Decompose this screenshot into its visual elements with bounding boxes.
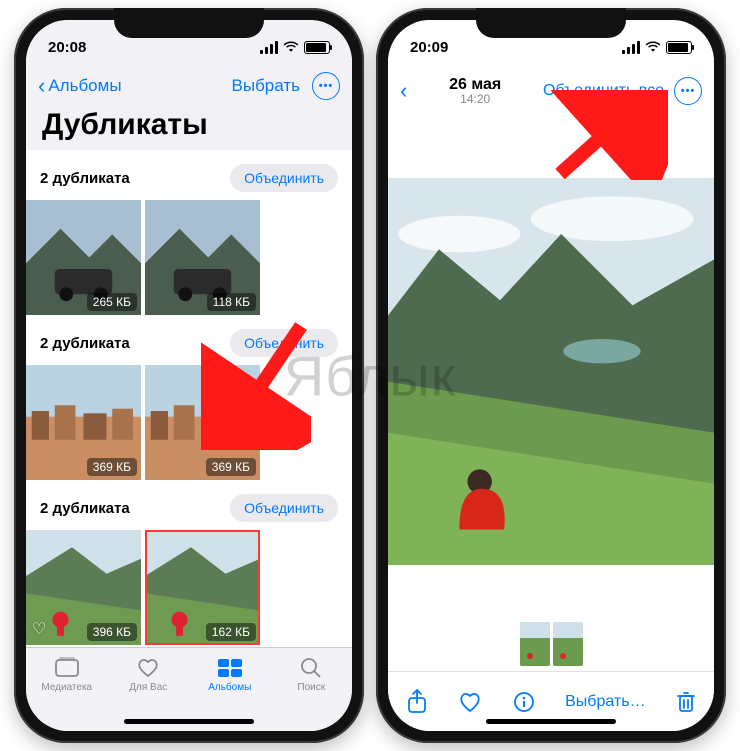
group-count: 2 дубликата — [40, 335, 130, 352]
tab-label: Альбомы — [208, 682, 251, 693]
notch — [476, 8, 626, 38]
size-badge: 265 КБ — [87, 293, 137, 311]
share-icon[interactable] — [406, 689, 428, 715]
thumb-strip[interactable] — [388, 617, 714, 671]
group-header: 2 дубликата Объединить — [26, 480, 352, 530]
nav-date: 26 мая — [449, 76, 501, 94]
status-time: 20:08 — [48, 39, 86, 56]
size-badge: 396 КБ — [87, 623, 137, 641]
photo-tile[interactable]: 118 КБ — [145, 200, 260, 315]
group-header: 2 дубликата Объединить — [26, 315, 352, 365]
group-count: 2 дубликата — [40, 170, 130, 187]
merge-button[interactable]: Объединить — [230, 164, 338, 192]
nav-time: 14:20 — [449, 93, 501, 106]
cellular-icon — [622, 41, 640, 54]
nav-bar: ‹ Альбомы Выбрать ••• — [26, 64, 352, 108]
thumb[interactable] — [520, 622, 550, 666]
back-button[interactable]: ‹ — [400, 80, 407, 102]
merge-button[interactable]: Объединить — [230, 329, 338, 357]
photo-viewer: Выбрать… — [388, 118, 714, 731]
photo-tile[interactable]: 265 КБ — [26, 200, 141, 315]
back-button[interactable]: ‹ Альбомы — [38, 75, 122, 97]
thumb-row: 369 КБ 369 КБ — [26, 365, 352, 480]
size-badge: 162 КБ — [206, 623, 256, 641]
library-icon — [54, 656, 80, 678]
status-right — [622, 41, 692, 54]
info-icon[interactable] — [513, 691, 535, 713]
tab-label: Поиск — [297, 682, 325, 693]
photo-tile[interactable]: ♡ 396 КБ — [26, 530, 141, 645]
nav-title: 26 мая 14:20 — [449, 76, 501, 107]
thumb-row: 265 КБ 118 КБ — [26, 200, 352, 315]
photo-main[interactable] — [388, 178, 714, 565]
more-button[interactable]: ••• — [312, 72, 340, 100]
albums-icon — [217, 656, 243, 678]
wifi-icon — [283, 41, 299, 53]
battery-icon — [666, 41, 692, 54]
thumb-row: ♡ 396 КБ 162 КБ — [26, 530, 352, 645]
size-badge: 118 КБ — [207, 293, 256, 311]
tab-label: Для Вас — [129, 682, 167, 693]
select-button[interactable]: Выбрать — [232, 76, 300, 96]
merge-all-button[interactable]: Объединить все — [543, 82, 664, 100]
phone-left: 20:08 ‹ Альбомы — [14, 8, 364, 743]
screen-right: 20:09 ‹ 26 мая 14:20 — [388, 20, 714, 731]
ellipsis-icon: ••• — [319, 80, 334, 92]
photo-tile[interactable]: 369 КБ — [145, 365, 260, 480]
notch — [114, 8, 264, 38]
heart-icon[interactable] — [458, 691, 482, 713]
nav-bar: ‹ 26 мая 14:20 Объединить все ••• — [388, 64, 714, 118]
tab-library[interactable]: Медиатека — [26, 656, 108, 731]
merge-button[interactable]: Объединить — [230, 494, 338, 522]
trash-icon[interactable] — [676, 690, 696, 714]
home-indicator[interactable] — [486, 719, 616, 724]
phone-right: 20:09 ‹ 26 мая 14:20 — [376, 8, 726, 743]
page-title: Дубликаты — [26, 108, 352, 150]
tab-label: Медиатека — [41, 682, 92, 693]
thumb[interactable] — [553, 622, 583, 666]
screen-left: 20:08 ‹ Альбомы — [26, 20, 352, 731]
photo-tile[interactable]: 369 КБ — [26, 365, 141, 480]
tab-search[interactable]: Поиск — [271, 656, 353, 731]
chevron-left-icon: ‹ — [38, 75, 45, 97]
select-button[interactable]: Выбрать… — [565, 693, 645, 711]
back-label: Альбомы — [48, 76, 121, 96]
favorite-icon: ♡ — [32, 619, 46, 639]
more-button[interactable]: ••• — [674, 77, 702, 105]
battery-icon — [304, 41, 330, 54]
group-count: 2 дубликата — [40, 500, 130, 517]
home-indicator[interactable] — [124, 719, 254, 724]
status-right — [260, 41, 330, 54]
group-header: 2 дубликата Объединить — [26, 150, 352, 200]
foryou-icon — [135, 656, 161, 678]
photo-tile[interactable]: 162 КБ — [145, 530, 260, 645]
size-badge: 369 КБ — [206, 458, 256, 476]
wifi-icon — [645, 41, 661, 53]
cellular-icon — [260, 41, 278, 54]
duplicate-groups[interactable]: 2 дубликата Объединить 265 КБ 118 КБ 2 д… — [26, 150, 352, 647]
search-icon — [298, 656, 324, 678]
status-time: 20:09 — [410, 39, 448, 56]
size-badge: 369 КБ — [87, 458, 137, 476]
ellipsis-icon: ••• — [681, 85, 696, 97]
